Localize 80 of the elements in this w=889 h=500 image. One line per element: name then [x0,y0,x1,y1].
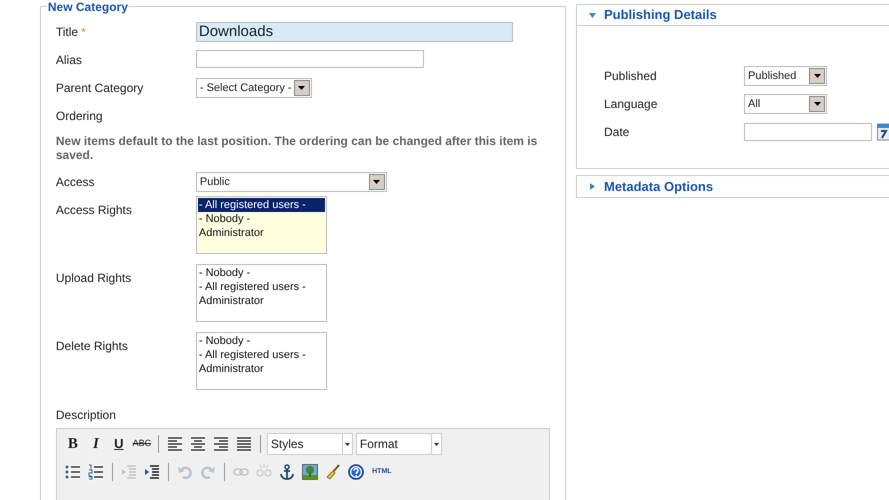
list-box[interactable]: - Nobody - - All registered users - Administrator [196,332,327,390]
expanded-triangle-icon [589,12,596,18]
panel-title: Publishing Details [604,6,717,24]
text-field[interactable] [196,50,424,68]
bullet-list-icon [64,464,81,480]
field-label: Delete Rights [56,339,128,353]
list-option[interactable]: - Nobody - [198,334,325,348]
select-value: Public [200,174,230,190]
select-field[interactable]: Public [196,172,387,192]
list-option[interactable]: Administrator [198,226,325,240]
dropdown-arrow-button[interactable] [809,68,825,84]
help-icon [348,464,364,480]
list-option[interactable]: - All registered users - [198,280,325,294]
list-box[interactable]: - Nobody - - All registered users - Administrator [196,264,327,322]
field-label: Date [604,124,630,141]
calendar-icon [877,123,889,141]
numbered-list-icon [88,464,104,480]
select-value: - Select Category - [200,80,292,96]
caret-icon [814,102,820,106]
collapsed-triangle-icon [589,183,596,190]
select-field[interactable]: - Select Category - [196,78,312,98]
toolbar-dropdown[interactable]: Format [356,433,442,455]
field-label: Published [604,68,658,85]
select-field[interactable]: All [744,94,827,114]
format-button[interactable]: U [108,434,129,454]
dropdown-arrow-button[interactable] [294,80,310,96]
dropdown-arrow-button[interactable] [342,434,352,454]
field-label: Access [56,175,95,189]
field-label: Access Rights [56,203,132,217]
format-button[interactable]: ABC [132,434,152,454]
ordering-note: New items default to the last position. The ordering can be changed after this item is saved. [56,134,538,162]
dropdown-arrow-button[interactable] [368,174,385,190]
list-option[interactable]: - All registered users - [198,198,325,212]
format-button[interactable]: B [62,434,83,454]
toolbar-button[interactable] [86,462,106,482]
field-label: Ordering [56,109,103,123]
justify-icon [236,436,252,452]
list-option[interactable]: - Nobody - [198,266,325,280]
anchor-icon [278,464,295,480]
panel-title: Metadata Options [604,178,714,196]
fieldset-legend: New Category [46,1,129,14]
select-value: Published [748,68,796,84]
list-option[interactable]: Administrator [198,362,325,376]
field-label: Upload Rights [56,271,132,285]
list-box[interactable]: - All registered users - - Nobody - Administrator [196,196,327,254]
caret-icon [434,442,439,446]
caret-icon [298,86,306,90]
indent-icon [144,464,160,480]
dropdown-arrow-button[interactable] [430,434,441,454]
field-label: Description [56,408,117,424]
date-field[interactable] [744,123,872,141]
image-icon [302,464,318,480]
text-field[interactable]: Downloads [196,22,513,42]
field-label: Alias [56,53,82,67]
required-marker: * [81,25,86,39]
align-right-icon [212,436,229,452]
align-center-icon [190,436,206,452]
redo-icon [200,464,216,480]
brush-icon [324,464,341,480]
field-label: Parent Category [56,81,144,95]
caret-icon [344,442,350,446]
list-option[interactable]: - All registered users - [198,348,325,362]
list-option[interactable]: - Nobody - [198,212,325,226]
outdent-icon [120,464,137,480]
dropdown-value: Format [360,436,398,453]
align-left-icon [166,436,183,452]
toolbar-dropdown[interactable]: Styles [266,433,353,455]
calendar-button[interactable] [877,123,889,141]
field-label: Title [56,25,78,39]
toolbar-button[interactable] [346,462,366,482]
list-option[interactable]: Administrator [198,294,325,308]
select-field[interactable]: Published [744,66,827,86]
caret-icon [814,74,820,78]
field-label: Language [604,96,658,113]
dropdown-value: Styles [270,436,304,453]
caret-icon [373,180,380,184]
format-button[interactable]: I [86,434,106,454]
dropdown-arrow-button[interactable] [809,96,825,112]
select-value: All [748,96,760,112]
undo-icon [176,464,193,480]
